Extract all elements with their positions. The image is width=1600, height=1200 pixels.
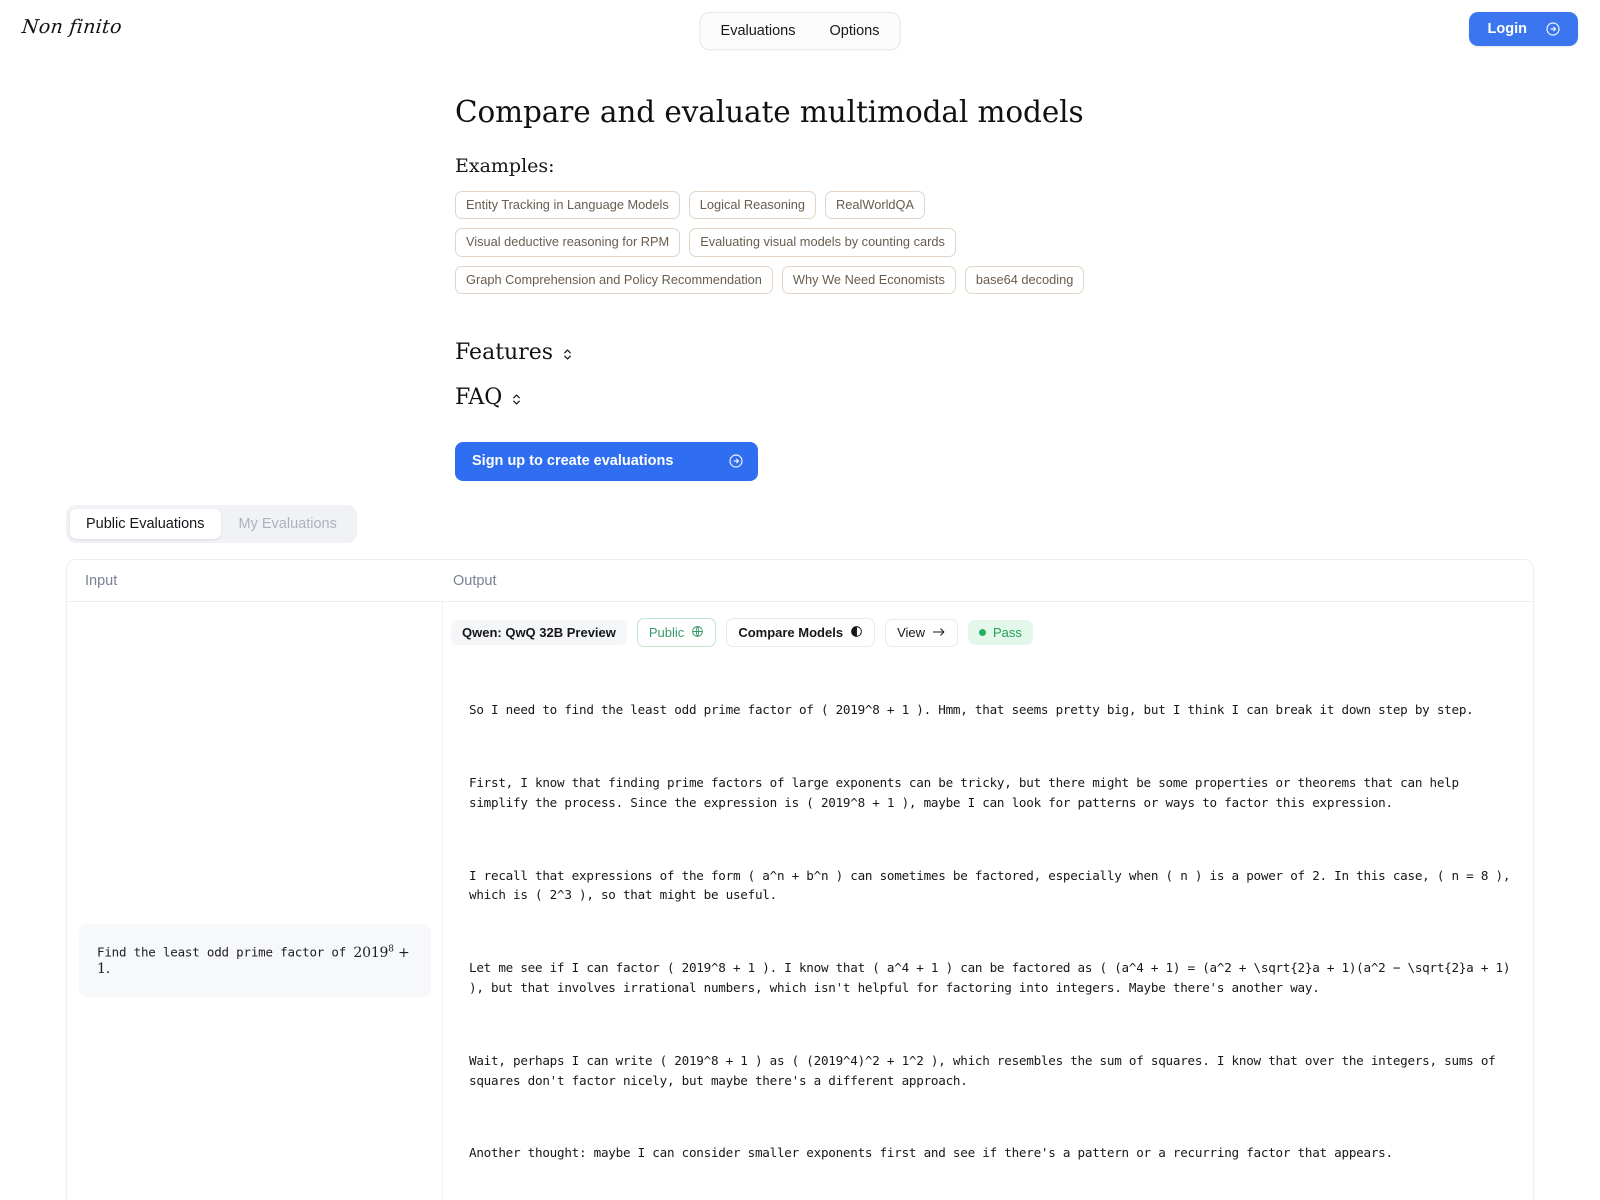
view-button[interactable]: View [885,618,959,647]
example-chip[interactable]: Logical Reasoning [688,191,817,220]
example-chip-list: Entity Tracking in Language Models Logic… [455,191,1135,295]
features-disclosure[interactable]: Features [455,340,573,365]
green-dot-icon [979,629,987,636]
example-chip[interactable]: Why We Need Economists [781,265,956,295]
app-logo[interactable]: Non finito [21,16,123,38]
chevron-up-down-icon [562,347,573,362]
example-chip[interactable]: Entity Tracking in Language Models [455,191,680,220]
visibility-badge[interactable]: Public [636,618,717,647]
example-chip[interactable]: Graph Comprehension and Policy Recommend… [455,265,773,295]
output-cell: Qwen: QwQ 32B Preview Public Compare Mod… [443,602,1533,1200]
input-cell: Find the least odd prime factor of 20198… [67,602,443,1200]
model-name-badge: Qwen: QwQ 32B Preview [451,620,627,645]
example-chip[interactable]: base64 decoding [964,265,1085,295]
output-paragraph: So I need to find the least odd prime fa… [469,702,1474,718]
output-paragraph: I recall that expressions of the form ( … [469,867,1511,903]
nav-item-options[interactable]: Options [815,17,893,45]
output-paragraph: Another thought: maybe I can consider sm… [469,1145,1393,1161]
arrow-right-circle-icon [1545,21,1561,37]
faq-label: FAQ [455,385,503,411]
contrast-circle-icon [850,625,863,640]
input-prompt-text: Find the least odd prime factor of [97,944,354,960]
compare-models-label: Compare Models [738,625,844,640]
example-chip[interactable]: Visual deductive reasoning for RPM [455,228,681,257]
globe-icon [691,625,704,640]
compare-models-button[interactable]: Compare Models [726,618,876,647]
status-badge: Pass [968,620,1033,645]
signup-button-label: Sign up to create evaluations [472,453,674,470]
page-title: Compare and evaluate multimodal models [455,95,1084,129]
app-root: Non finito Evaluations Options Login Com… [0,0,1600,1200]
example-chip[interactable]: RealWorldQA [825,191,926,220]
signup-button[interactable]: Sign up to create evaluations [455,442,758,482]
login-button-label: Login [1487,21,1527,37]
table-header-row: Input Output [67,560,1533,602]
view-label: View [897,625,926,640]
top-bar: Non finito Evaluations Options Login [0,0,1600,58]
status-label: Pass [993,625,1022,640]
evaluations-section: Public Evaluations My Evaluations Input … [0,505,1600,1200]
math-base: 2019 [353,944,389,961]
output-paragraph: Let me see if I can factor ( 2019^8 + 1 … [469,960,1511,995]
output-paragraph: Wait, perhaps I can write ( 2019^8 + 1 )… [469,1052,1503,1088]
login-button[interactable]: Login [1468,12,1578,46]
evaluations-tabs: Public Evaluations My Evaluations [66,505,357,543]
column-header-input: Input [85,572,118,589]
hero-section: Compare and evaluate multimodal models E… [455,95,1555,482]
output-badge-row: Qwen: QwQ 32B Preview Public Compare Mod… [449,618,1513,647]
output-text: So I need to find the least odd prime fa… [449,661,1513,1200]
features-label: Features [455,340,554,366]
example-chip[interactable]: Evaluating visual models by counting car… [689,228,956,257]
nav-item-evaluations[interactable]: Evaluations [707,17,810,45]
table-row: Find the least odd prime factor of 20198… [67,602,1533,1200]
arrow-right-icon [932,626,946,640]
evaluations-panel: Input Output Find the least odd prime fa… [66,559,1534,1200]
arrow-right-circle-icon [728,453,744,469]
examples-label: Examples: [455,155,555,177]
tab-public-evaluations[interactable]: Public Evaluations [70,509,221,539]
output-paragraph: First, I know that finding prime factors… [469,775,1467,810]
main-nav: Evaluations Options [699,12,901,50]
input-prompt: Find the least odd prime factor of 20198… [79,924,431,997]
tab-my-evaluations[interactable]: My Evaluations [223,509,353,539]
faq-disclosure[interactable]: FAQ [455,385,522,410]
visibility-label: Public [648,625,685,640]
chevron-up-down-icon [511,392,522,407]
column-header-output: Output [453,572,497,589]
